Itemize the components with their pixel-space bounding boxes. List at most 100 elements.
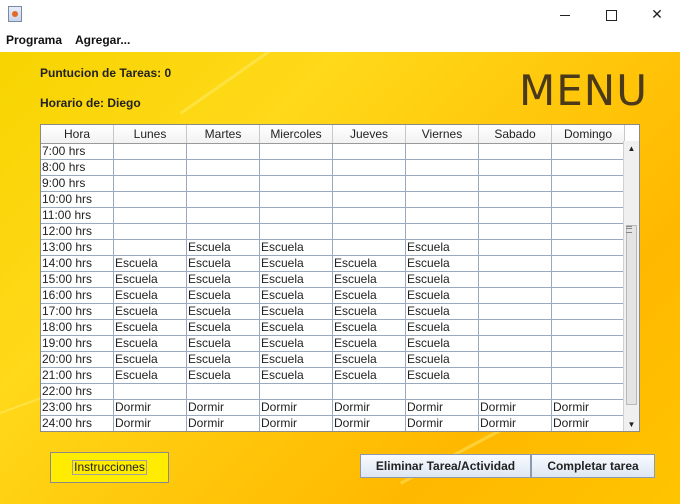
schedule-cell[interactable] [552,336,625,352]
schedule-cell[interactable]: Dormir [187,400,260,416]
schedule-cell[interactable]: Escuela [187,240,260,256]
schedule-cell[interactable]: Escuela [406,288,479,304]
schedule-cell[interactable] [479,304,552,320]
schedule-cell[interactable] [260,144,333,160]
schedule-cell[interactable] [333,240,406,256]
table-row[interactable]: 24:00 hrs Dormir Dormir Dormir Dormir Dormir D… [41,416,625,431]
schedule-cell[interactable]: Dormir [260,416,333,431]
schedule-cell[interactable] [552,208,625,224]
hour-cell[interactable]: 13:00 hrs [41,240,114,256]
schedule-cell[interactable]: Escuela [260,272,333,288]
schedule-cell[interactable]: Escuela [187,368,260,384]
schedule-cell[interactable] [406,384,479,400]
hour-cell[interactable]: 15:00 hrs [41,272,114,288]
schedule-cell[interactable] [333,192,406,208]
schedule-cell[interactable]: Escuela [260,368,333,384]
schedule-cell[interactable] [479,288,552,304]
schedule-cell[interactable]: Escuela [187,304,260,320]
table-row[interactable]: 18:00 hrs Escuela Escuela Escuela Escuela Esc… [41,320,625,336]
schedule-cell[interactable]: Escuela [260,304,333,320]
schedule-cell[interactable] [552,144,625,160]
schedule-cell[interactable] [406,176,479,192]
schedule-cell[interactable] [187,160,260,176]
schedule-cell[interactable] [479,368,552,384]
table-row[interactable]: 16:00 hrs Escuela Escuela Escuela Escuela Esc… [41,288,625,304]
schedule-cell[interactable]: Dormir [552,416,625,431]
schedule-cell[interactable] [260,224,333,240]
schedule-cell[interactable]: Escuela [187,256,260,272]
schedule-cell[interactable] [406,144,479,160]
table-row[interactable]: 15:00 hrs Escuela Escuela Escuela Escuela Esc… [41,272,625,288]
schedule-cell[interactable]: Dormir [479,400,552,416]
schedule-cell[interactable] [187,384,260,400]
delete-task-button[interactable]: Eliminar Tarea/Actividad [360,454,531,478]
schedule-cell[interactable] [260,384,333,400]
schedule-cell[interactable] [187,224,260,240]
hour-cell[interactable]: 24:00 hrs [41,416,114,431]
table-row[interactable]: 7:00 hrs [41,144,625,160]
schedule-cell[interactable]: Escuela [333,320,406,336]
column-header[interactable]: Lunes [114,125,187,143]
schedule-cell[interactable] [260,192,333,208]
table-row[interactable]: 12:00 hrs [41,224,625,240]
schedule-cell[interactable] [552,176,625,192]
schedule-cell[interactable] [333,176,406,192]
schedule-cell[interactable]: Escuela [406,352,479,368]
schedule-cell[interactable] [114,240,187,256]
schedule-cell[interactable] [187,176,260,192]
schedule-cell[interactable]: Escuela [260,256,333,272]
schedule-cell[interactable]: Escuela [333,336,406,352]
schedule-cell[interactable] [406,160,479,176]
schedule-cell[interactable] [479,272,552,288]
schedule-cell[interactable] [479,320,552,336]
schedule-cell[interactable] [187,208,260,224]
column-header[interactable]: Jueves [333,125,406,143]
schedule-cell[interactable]: Dormir [552,400,625,416]
schedule-cell[interactable]: Escuela [333,352,406,368]
hour-cell[interactable]: 23:00 hrs [41,400,114,416]
schedule-cell[interactable]: Escuela [333,256,406,272]
schedule-cell[interactable]: Dormir [479,416,552,431]
schedule-cell[interactable]: Escuela [333,304,406,320]
column-header[interactable]: Martes [187,125,260,143]
schedule-cell[interactable]: Escuela [114,304,187,320]
schedule-cell[interactable]: Escuela [114,368,187,384]
table-row[interactable]: 21:00 hrs Escuela Escuela Escuela Escuela Esc… [41,368,625,384]
instructions-button[interactable]: Instrucciones [50,452,169,483]
schedule-cell[interactable]: Escuela [187,272,260,288]
schedule-cell[interactable] [114,176,187,192]
table-row[interactable]: 20:00 hrs Escuela Escuela Escuela Escuela Esc… [41,352,625,368]
schedule-cell[interactable] [552,256,625,272]
schedule-cell[interactable] [479,192,552,208]
schedule-cell[interactable] [406,208,479,224]
schedule-cell[interactable]: Escuela [187,336,260,352]
hour-cell[interactable]: 9:00 hrs [41,176,114,192]
schedule-cell[interactable]: Dormir [260,400,333,416]
hour-cell[interactable]: 14:00 hrs [41,256,114,272]
schedule-cell[interactable]: Escuela [333,368,406,384]
schedule-cell[interactable] [479,240,552,256]
schedule-cell[interactable]: Escuela [260,288,333,304]
schedule-cell[interactable] [406,224,479,240]
schedule-cell[interactable] [333,384,406,400]
hour-cell[interactable]: 7:00 hrs [41,144,114,160]
schedule-cell[interactable]: Escuela [114,336,187,352]
schedule-cell[interactable] [114,208,187,224]
hour-cell[interactable]: 11:00 hrs [41,208,114,224]
schedule-cell[interactable] [114,160,187,176]
hour-cell[interactable]: 22:00 hrs [41,384,114,400]
menu-agregar[interactable]: Agregar... [75,33,130,47]
schedule-cell[interactable]: Dormir [114,416,187,431]
schedule-cell[interactable] [114,224,187,240]
table-row[interactable]: 11:00 hrs [41,208,625,224]
schedule-cell[interactable] [552,304,625,320]
schedule-cell[interactable]: Escuela [406,320,479,336]
table-row[interactable]: 10:00 hrs [41,192,625,208]
schedule-cell[interactable] [333,160,406,176]
schedule-cell[interactable]: Escuela [187,288,260,304]
column-header[interactable]: Viernes [406,125,479,143]
schedule-cell[interactable] [552,352,625,368]
schedule-cell[interactable]: Escuela [333,288,406,304]
column-header[interactable]: Miercoles [260,125,333,143]
schedule-cell[interactable]: Dormir [406,400,479,416]
